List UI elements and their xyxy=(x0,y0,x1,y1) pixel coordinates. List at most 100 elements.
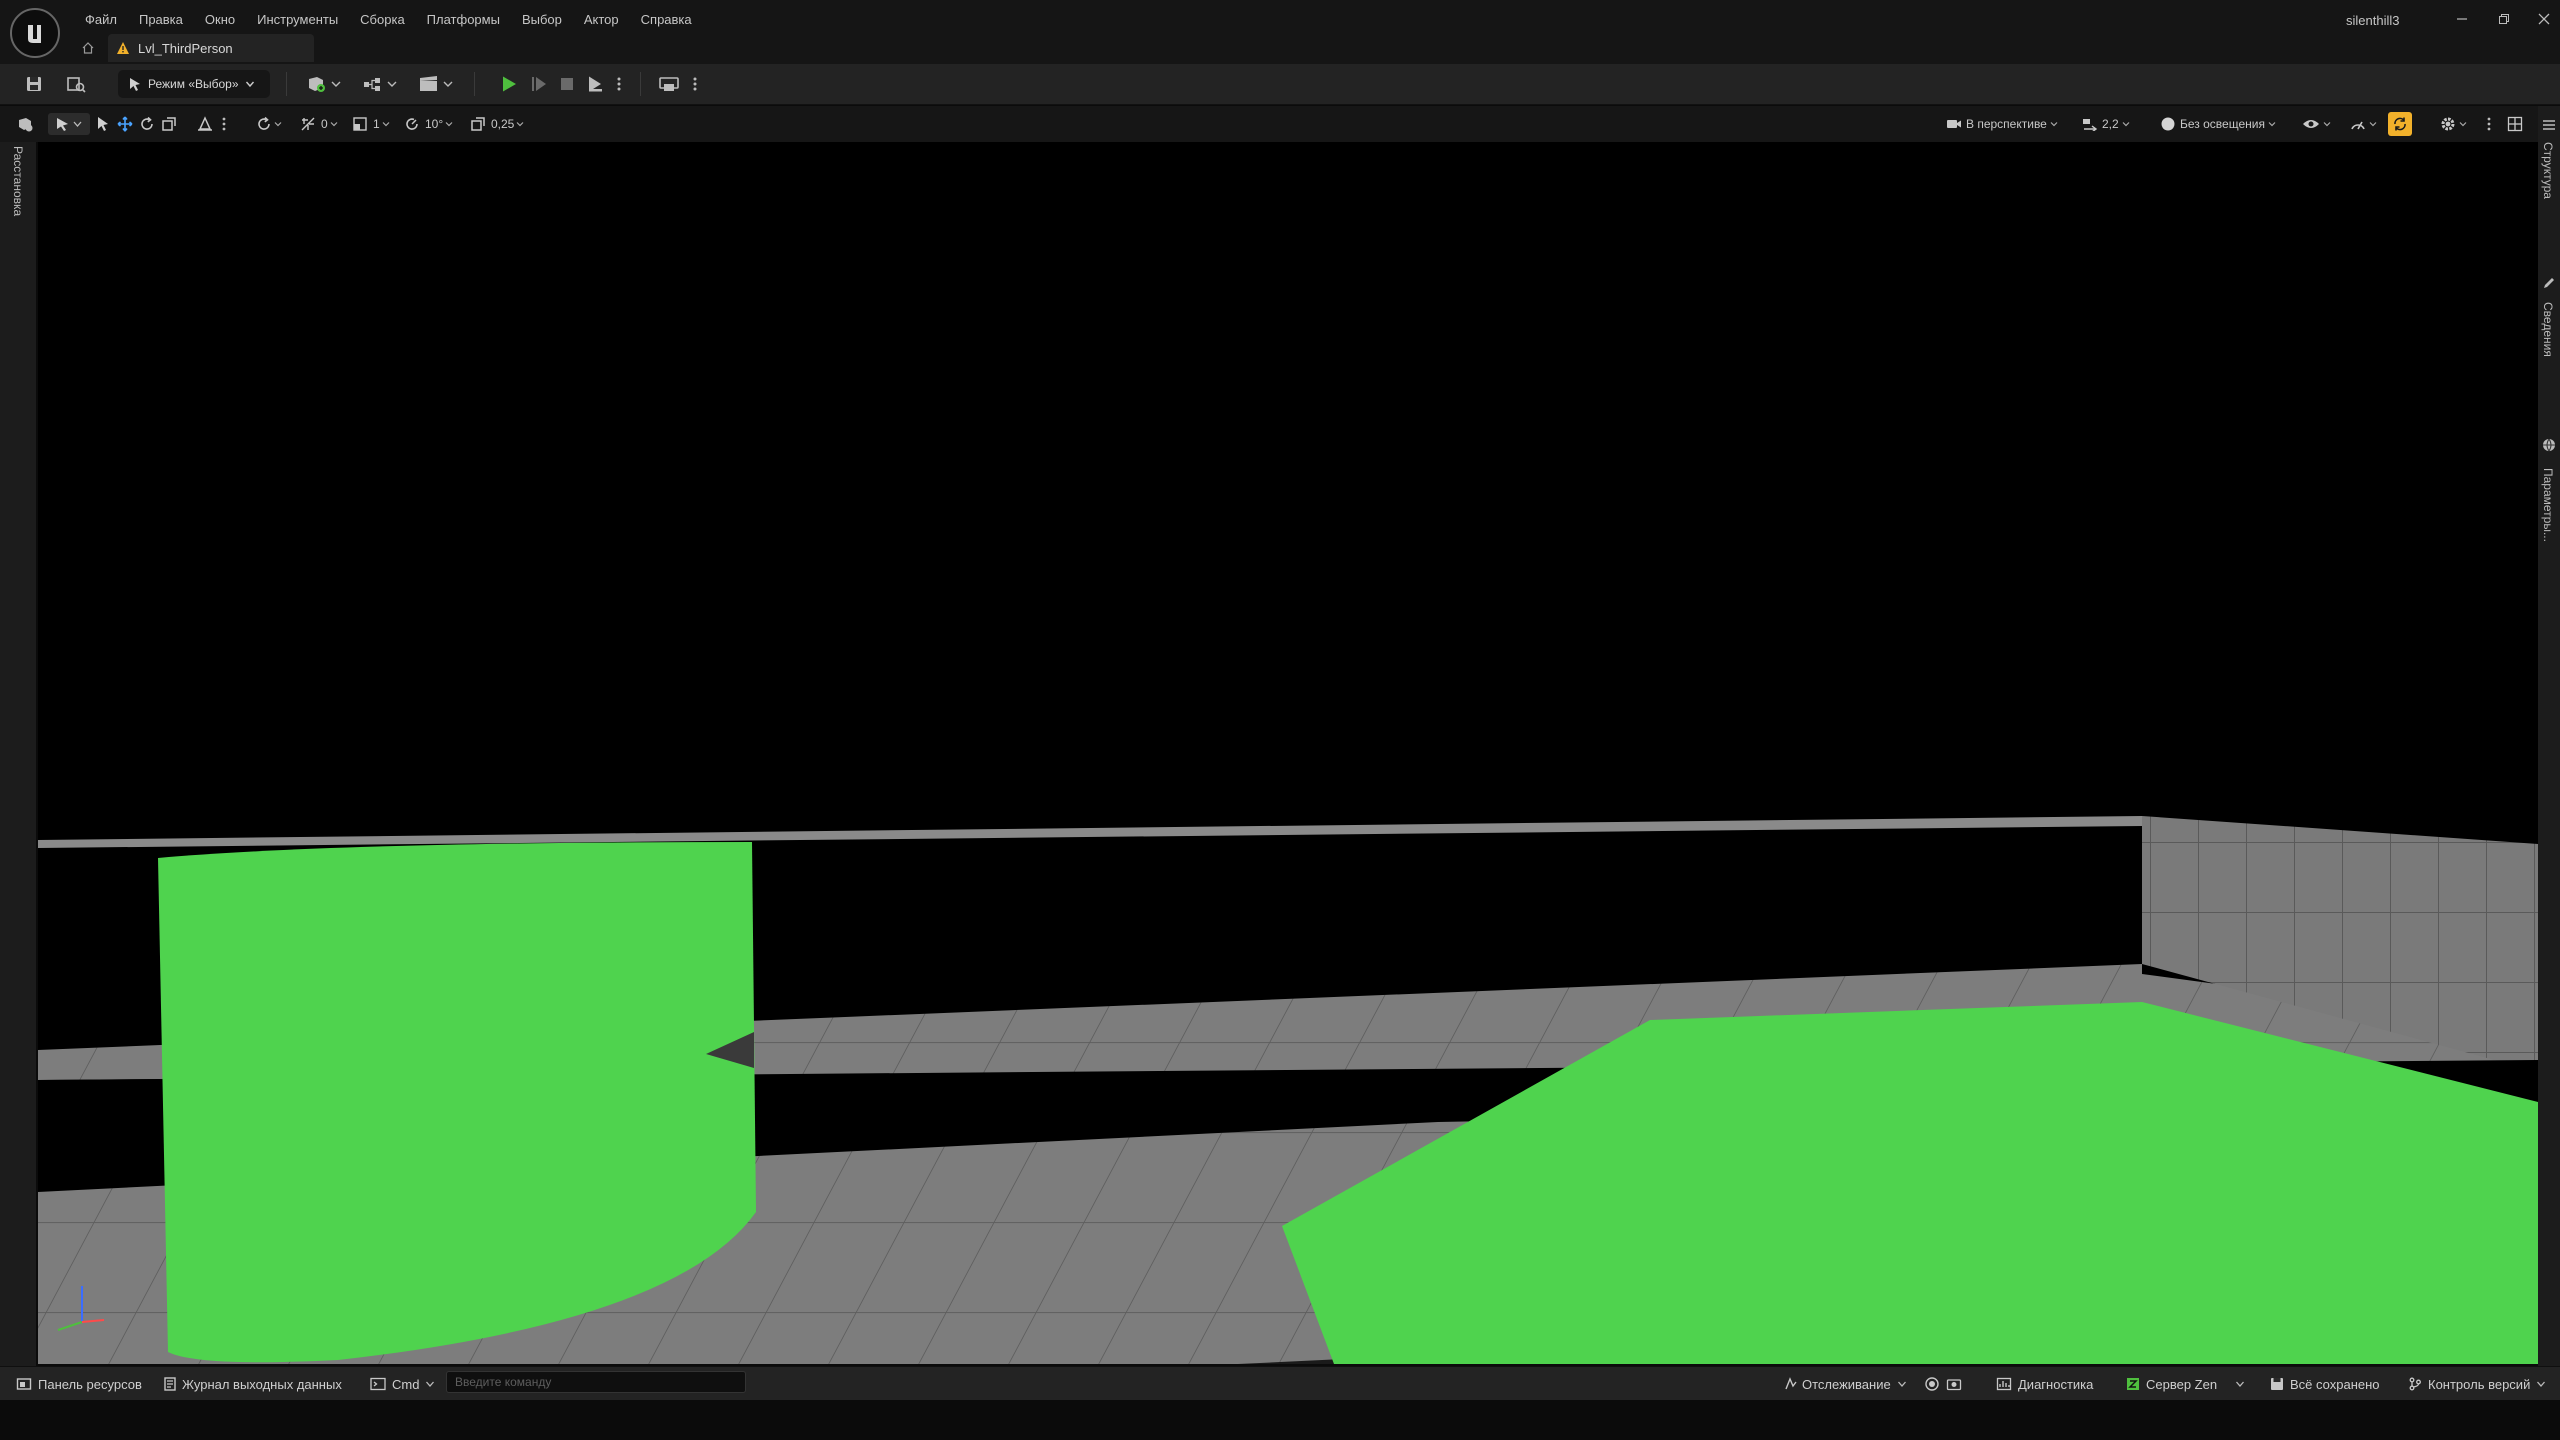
world-settings-tab[interactable]: Параметры... xyxy=(2541,468,2555,542)
grid-icon xyxy=(352,116,368,132)
menu-build[interactable]: Сборка xyxy=(349,12,416,27)
cinematics-icon[interactable] xyxy=(416,70,456,98)
menu-platforms[interactable]: Платформы xyxy=(416,12,511,27)
console-command-input[interactable] xyxy=(446,1371,746,1393)
details-tab[interactable]: Сведения xyxy=(2541,302,2555,357)
lighting-mode-label: Без освещения xyxy=(2180,117,2265,131)
performance-button[interactable] xyxy=(2350,113,2377,135)
show-flags-button[interactable] xyxy=(2302,113,2331,135)
menu-help[interactable]: Справка xyxy=(630,12,703,27)
level-viewport[interactable] xyxy=(38,142,2538,1364)
rotate-icon[interactable] xyxy=(136,113,158,135)
scale-icon[interactable] xyxy=(158,113,180,135)
record-icon[interactable] xyxy=(1922,1374,1942,1394)
menu-file[interactable]: Файл xyxy=(74,12,128,27)
realtime-toggle-icon[interactable] xyxy=(2388,112,2412,136)
scale-snap-icon xyxy=(470,116,486,132)
chevron-down-icon xyxy=(2369,120,2377,128)
stop-icon[interactable] xyxy=(554,70,580,98)
viewport-options-icon[interactable] xyxy=(2484,113,2494,135)
platforms-icon[interactable] xyxy=(654,70,684,98)
screenshot-icon[interactable] xyxy=(1944,1374,1964,1394)
unlit-sphere-icon xyxy=(2160,116,2176,132)
add-actor-icon[interactable] xyxy=(304,70,344,98)
content-drawer-button[interactable]: Панель ресурсов xyxy=(16,1374,142,1394)
menu-window[interactable]: Окно xyxy=(194,12,246,27)
cmd-selector-button[interactable]: Cmd xyxy=(370,1374,435,1394)
save-icon[interactable] xyxy=(20,70,48,98)
viewport-settings-button[interactable] xyxy=(2440,113,2467,135)
play-options-icon[interactable] xyxy=(612,70,626,98)
source-control-icon xyxy=(2408,1377,2422,1391)
chevron-down-icon xyxy=(2536,1379,2546,1389)
blueprint-icon[interactable] xyxy=(360,70,400,98)
trace-button[interactable]: Отслеживание xyxy=(1784,1374,1907,1394)
surface-snapping-icon[interactable] xyxy=(194,113,216,135)
pencil-icon xyxy=(2540,274,2558,292)
minimize-icon[interactable] xyxy=(2448,8,2476,30)
eject-icon[interactable] xyxy=(582,70,608,98)
save-status-label: Всё сохранено xyxy=(2290,1376,2380,1392)
toolbar-separator xyxy=(640,72,641,96)
angle-snap-icon xyxy=(404,116,420,132)
diagnostics-icon xyxy=(1996,1377,2012,1391)
output-log-button[interactable]: Журнал выходных данных xyxy=(164,1374,342,1394)
home-icon[interactable] xyxy=(78,38,98,58)
saved-icon xyxy=(2270,1377,2284,1391)
chevron-down-icon xyxy=(274,120,282,128)
menu-actor[interactable]: Актор xyxy=(573,12,630,27)
diagnostics-button[interactable]: Диагностика xyxy=(1996,1374,2093,1394)
content-browser-icon[interactable] xyxy=(62,70,90,98)
coordinate-system-button[interactable] xyxy=(256,113,282,135)
right-side-rail: Структура Сведения Параметры... xyxy=(2538,106,2560,1366)
camera-icon xyxy=(1946,117,1962,131)
translate-icon[interactable] xyxy=(114,113,136,135)
scale-snap-button[interactable]: 0,25 xyxy=(470,113,524,135)
rotation-snap-value: 0 xyxy=(321,117,328,131)
content-drawer-icon xyxy=(16,1377,32,1391)
angle-snap-button[interactable]: 10° xyxy=(404,113,453,135)
select-tool-menu-icon[interactable] xyxy=(48,113,90,135)
transform-options-icon[interactable] xyxy=(220,113,228,135)
select-arrow-icon[interactable] xyxy=(92,113,114,135)
play-icon[interactable] xyxy=(496,70,522,98)
menu-tools[interactable]: Инструменты xyxy=(246,12,349,27)
angle-snap-value: 10° xyxy=(425,117,444,131)
trace-icon xyxy=(1784,1377,1798,1391)
log-icon xyxy=(164,1377,176,1391)
level-tab-label: Lvl_ThirdPerson xyxy=(138,40,233,56)
camera-speed-value: 2,2 xyxy=(2102,117,2119,131)
unreal-logo-icon[interactable] xyxy=(10,8,60,58)
layout-icon[interactable] xyxy=(2504,113,2526,135)
scale-snap-value: 0,25 xyxy=(491,117,515,131)
chevron-down-icon xyxy=(425,1379,435,1389)
save-status-button[interactable]: Всё сохранено xyxy=(2270,1374,2380,1394)
restore-icon[interactable] xyxy=(2490,8,2518,30)
place-actors-tab[interactable]: Расстановка xyxy=(11,146,25,216)
menu-edit[interactable]: Правка xyxy=(128,12,194,27)
chevron-down-icon xyxy=(245,79,255,89)
close-icon[interactable] xyxy=(2530,8,2558,30)
source-control-button[interactable]: Контроль версий xyxy=(2408,1374,2546,1394)
menu-select[interactable]: Выбор xyxy=(511,12,573,27)
settings-more-icon[interactable] xyxy=(688,70,702,98)
zen-server-button[interactable]: Сервер Zen xyxy=(2126,1374,2245,1394)
perspective-view-button[interactable]: В перспективе xyxy=(1946,113,2058,135)
level-tab[interactable]: Lvl_ThirdPerson xyxy=(108,34,314,62)
globe-icon xyxy=(2540,436,2558,454)
rotation-snap-button[interactable]: 0 xyxy=(300,113,338,135)
place-actors-toggle-icon[interactable] xyxy=(14,113,36,135)
source-control-label: Контроль версий xyxy=(2428,1376,2531,1392)
content-drawer-label: Панель ресурсов xyxy=(38,1376,142,1392)
chevron-down-icon xyxy=(1897,1379,1907,1389)
camera-speed-button[interactable]: 2,2 xyxy=(2082,113,2130,135)
world-rotate-icon xyxy=(256,116,272,132)
chevron-down-icon xyxy=(2323,120,2331,128)
lighting-mode-button[interactable]: Без освещения xyxy=(2160,113,2276,135)
outliner-tab[interactable]: Структура xyxy=(2541,142,2555,199)
user-name: silenthill3 xyxy=(2346,13,2400,28)
mode-select-button[interactable]: Режим «Выбор» xyxy=(118,70,270,98)
chevron-down-icon xyxy=(2459,120,2467,128)
advance-frame-icon[interactable] xyxy=(526,70,552,98)
translate-snap-button[interactable]: 1 xyxy=(352,113,390,135)
